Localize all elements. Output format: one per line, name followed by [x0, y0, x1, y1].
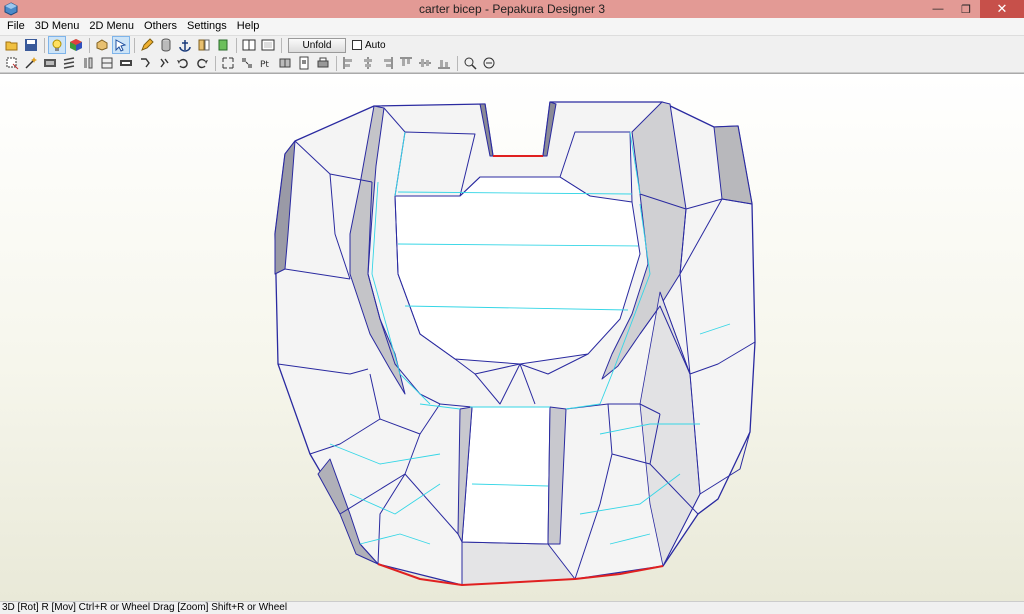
- open-folder-icon[interactable]: [4, 37, 20, 53]
- lightbulb-icon[interactable]: [48, 36, 66, 54]
- undo-icon[interactable]: [175, 55, 191, 71]
- move-part-icon[interactable]: [215, 37, 231, 53]
- rotate-cube-icon[interactable]: [94, 37, 110, 53]
- title-bar: carter bicep - Pepakura Designer 3 — ❐ ✕: [0, 0, 1024, 18]
- toolbar-separator: [236, 37, 237, 53]
- arrange-icon[interactable]: [239, 55, 255, 71]
- cylinder-icon[interactable]: [158, 37, 174, 53]
- align-bottom-icon[interactable]: [436, 55, 452, 71]
- cut-icon[interactable]: [118, 55, 134, 71]
- auto-checkbox-box[interactable]: [352, 40, 362, 50]
- center-upper-plate: [394, 176, 641, 365]
- image-icon[interactable]: [42, 55, 58, 71]
- auto-checkbox-label: Auto: [365, 39, 386, 51]
- toolbar-separator: [336, 55, 337, 71]
- menu-2d[interactable]: 2D Menu: [84, 18, 139, 35]
- texture-cube-icon[interactable]: [68, 37, 84, 53]
- zoom-fit-icon[interactable]: [220, 55, 236, 71]
- zoom-out-icon[interactable]: [481, 55, 497, 71]
- 3d-viewport[interactable]: [0, 73, 1024, 601]
- toolbar-separator: [44, 37, 45, 53]
- menu-help[interactable]: Help: [232, 18, 265, 35]
- align-top-icon[interactable]: [398, 55, 414, 71]
- dual-window-icon[interactable]: [260, 37, 276, 53]
- redo-icon[interactable]: [194, 55, 210, 71]
- select-edge-icon[interactable]: [4, 55, 20, 71]
- single-window-icon[interactable]: [241, 37, 257, 53]
- restore-button[interactable]: ❐: [952, 0, 980, 18]
- toolbar-separator: [215, 55, 216, 71]
- secondary-toolbar: Pt: [0, 54, 1024, 73]
- status-bar: 3D [Rot] R [Mov] Ctrl+R or Wheel Drag [Z…: [0, 601, 1024, 614]
- flap-icon[interactable]: [99, 55, 115, 71]
- rotate-right-icon[interactable]: [156, 55, 172, 71]
- fold-icon[interactable]: [80, 55, 96, 71]
- split-icon[interactable]: [277, 55, 293, 71]
- align-left-icon[interactable]: [341, 55, 357, 71]
- align-middle-icon[interactable]: [417, 55, 433, 71]
- center-lower-plate: [461, 406, 551, 545]
- align-center-icon[interactable]: [360, 55, 376, 71]
- stripes-icon[interactable]: [61, 55, 77, 71]
- page-setup-icon[interactable]: [296, 55, 312, 71]
- auto-checkbox[interactable]: Auto: [352, 40, 386, 51]
- flip-icon[interactable]: [196, 37, 212, 53]
- 3d-model-canvas[interactable]: [0, 74, 1024, 601]
- print-icon[interactable]: [315, 55, 331, 71]
- rotate-left-icon[interactable]: [137, 55, 153, 71]
- svg-text:Pt: Pt: [260, 60, 269, 70]
- zoom-in-icon[interactable]: [462, 55, 478, 71]
- menu-file[interactable]: File: [2, 18, 30, 35]
- join-icon[interactable]: Pt: [258, 55, 274, 71]
- anchor-icon[interactable]: [177, 37, 193, 53]
- menu-bar: File 3D Menu 2D Menu Others Settings Hel…: [0, 18, 1024, 35]
- save-icon[interactable]: [23, 37, 39, 53]
- window-title: carter bicep - Pepakura Designer 3: [418, 2, 606, 16]
- toolbar-separator: [281, 37, 282, 53]
- toolbar-separator: [134, 37, 135, 53]
- menu-others[interactable]: Others: [139, 18, 182, 35]
- menu-3d[interactable]: 3D Menu: [30, 18, 85, 35]
- minimize-button[interactable]: —: [924, 0, 952, 18]
- align-right-icon[interactable]: [379, 55, 395, 71]
- close-button[interactable]: ✕: [980, 0, 1024, 18]
- select-arrow-icon[interactable]: [112, 36, 130, 54]
- unfold-button[interactable]: Unfold: [288, 37, 346, 53]
- magic-wand-icon[interactable]: [23, 55, 39, 71]
- toolbar-separator: [457, 55, 458, 71]
- pencil-icon[interactable]: [139, 37, 155, 53]
- toolbar-separator: [89, 37, 90, 53]
- menu-settings[interactable]: Settings: [182, 18, 232, 35]
- main-toolbar: Unfold Auto: [0, 35, 1024, 54]
